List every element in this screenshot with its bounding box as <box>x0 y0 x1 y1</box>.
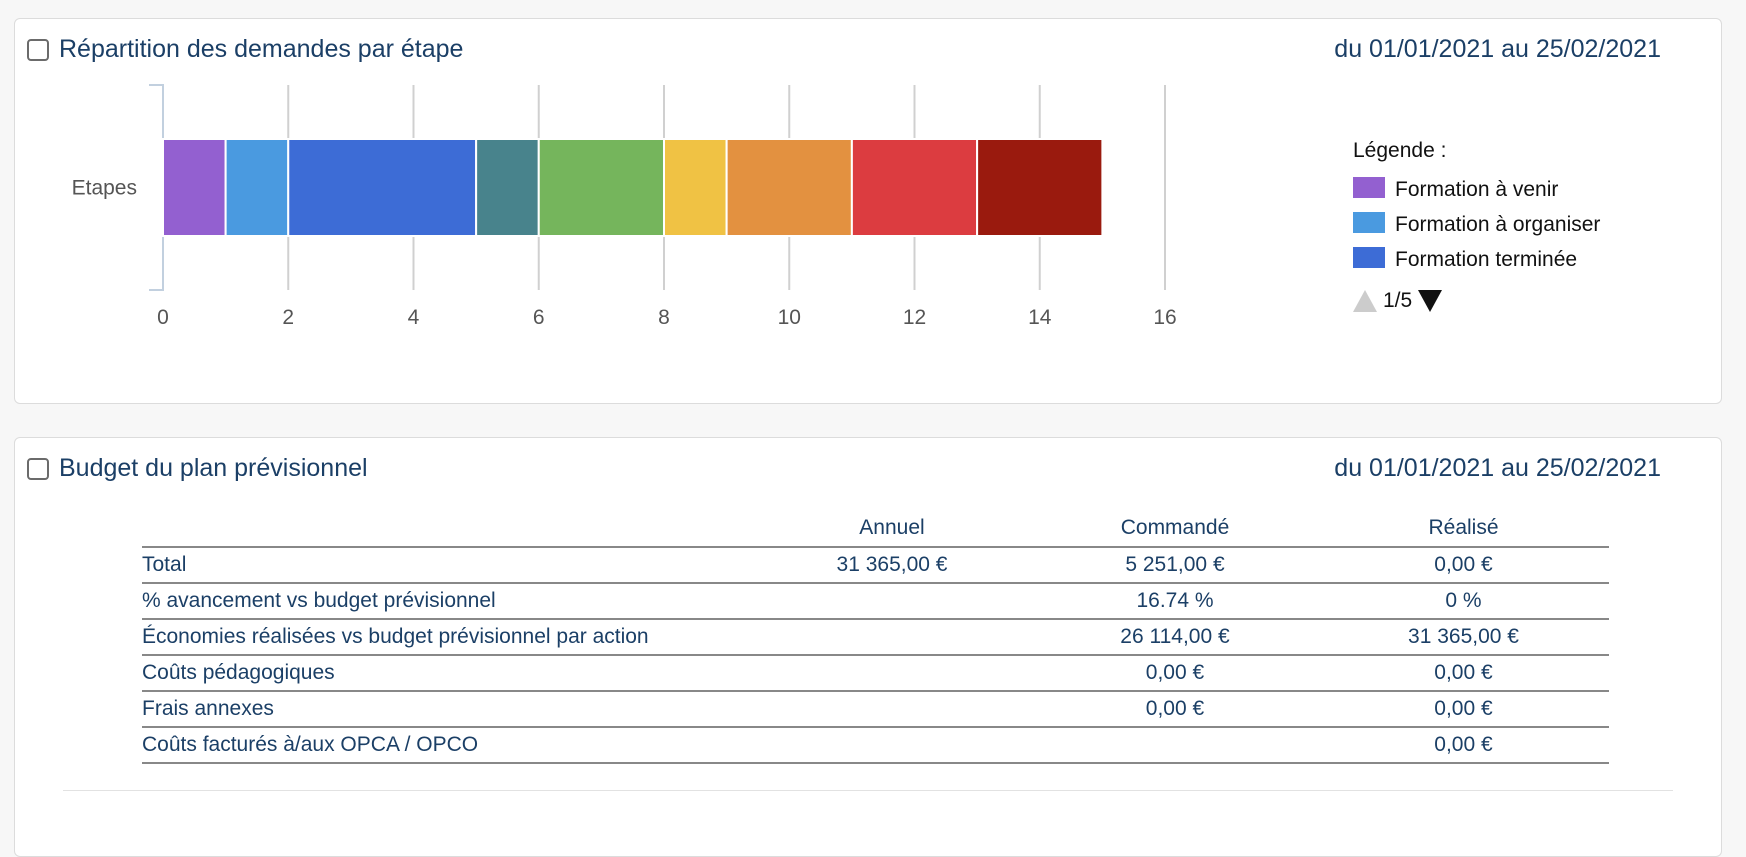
cell-commande: 0,00 € <box>1032 691 1318 728</box>
legend-swatch <box>1353 177 1385 198</box>
cell-realise: 0,00 € <box>1318 655 1609 692</box>
x-tick-label: 14 <box>1028 306 1052 329</box>
pager-up-arrow-icon[interactable] <box>1353 290 1377 312</box>
legend-pager: 1/5 <box>1353 289 1613 313</box>
chart-date-range: du 01/01/2021 au 25/02/2021 <box>1334 35 1661 63</box>
cell-realise: 0 % <box>1318 583 1609 620</box>
x-tick-label: 4 <box>408 306 420 329</box>
column-header-realise: Réalisé <box>1318 510 1609 548</box>
bar-segment <box>224 138 290 237</box>
x-tick-label: 10 <box>778 306 801 329</box>
category-axis-line <box>149 84 164 291</box>
bar-segment <box>287 138 478 237</box>
cell-annuel <box>752 691 1032 728</box>
row-label: Coûts facturés à/aux OPCA / OPCO <box>142 727 752 764</box>
budget-panel-header: Budget du plan prévisionnel <box>27 454 368 483</box>
cell-commande: 5 251,00 € <box>1032 547 1318 584</box>
row-label: Coûts pédagogiques <box>142 655 752 692</box>
budget-panel-title: Budget du plan prévisionnel <box>59 454 368 482</box>
budget-select-checkbox[interactable] <box>27 457 49 480</box>
budget-date-range: du 01/01/2021 au 25/02/2021 <box>1334 454 1661 482</box>
pager-down-arrow-icon[interactable] <box>1418 290 1443 312</box>
x-tick-label: 12 <box>903 306 926 329</box>
bar-segment <box>663 138 728 237</box>
chart-legend: Légende : Formation à venir Formation à … <box>1353 139 1613 313</box>
table-row: Économies réalisées vs budget prévisionn… <box>142 619 1609 656</box>
cell-commande <box>1032 727 1318 764</box>
column-header-commande: Commandé <box>1032 510 1318 548</box>
stages-chart-panel: Répartition des demandes par étape du 01… <box>14 18 1722 404</box>
panel-divider <box>63 790 1673 791</box>
cell-annuel <box>752 619 1032 656</box>
cell-commande: 0,00 € <box>1032 655 1318 692</box>
column-header-label <box>142 510 752 548</box>
x-tick-label: 2 <box>282 306 294 329</box>
legend-label: Formation terminée <box>1395 248 1578 271</box>
legend-label: Formation à organiser <box>1395 213 1601 236</box>
row-label: Total <box>142 547 752 584</box>
legend-title: Légende : <box>1353 139 1447 162</box>
bar-segment <box>976 138 1104 237</box>
cell-annuel <box>752 655 1032 692</box>
row-label: % avancement vs budget prévisionnel <box>142 583 752 620</box>
cell-annuel <box>752 583 1032 620</box>
table-row: Coûts facturés à/aux OPCA / OPCO 0,00 € <box>142 727 1609 764</box>
cell-realise: 0,00 € <box>1318 547 1609 584</box>
bar-segment <box>162 138 227 237</box>
bar-segment <box>850 138 979 237</box>
column-header-annuel: Annuel <box>752 510 1032 548</box>
legend-item[interactable]: Formation terminée <box>1353 245 1613 274</box>
cell-annuel <box>752 727 1032 764</box>
table-row: % avancement vs budget prévisionnel 16.7… <box>142 583 1609 620</box>
bar-segment <box>537 138 665 237</box>
x-tick-label: 16 <box>1153 306 1176 329</box>
table-row: Frais annexes 0,00 € 0,00 € <box>142 691 1609 728</box>
legend-page-indicator: 1/5 <box>1383 289 1413 312</box>
category-label: Etapes <box>72 177 137 200</box>
cell-realise: 0,00 € <box>1318 727 1609 764</box>
bar-segment <box>475 138 540 237</box>
row-label: Frais annexes <box>142 691 752 728</box>
legend-item[interactable]: Formation à organiser <box>1353 210 1613 239</box>
x-tick-label: 8 <box>658 306 670 329</box>
table-row: Coûts pédagogiques 0,00 € 0,00 € <box>142 655 1609 692</box>
stacked-bar-chart: 0 2 4 6 8 10 12 14 16 Etapes <box>72 84 1177 329</box>
table-header-row: Annuel Commandé Réalisé <box>142 510 1609 548</box>
cell-commande: 26 114,00 € <box>1032 619 1318 656</box>
table-row: Total 31 365,00 € 5 251,00 € 0,00 € <box>142 547 1609 584</box>
legend-swatch <box>1353 212 1385 233</box>
legend-item[interactable]: Formation à venir <box>1353 175 1613 204</box>
budget-panel: Budget du plan prévisionnel du 01/01/202… <box>14 437 1722 857</box>
x-tick-label: 6 <box>533 306 545 329</box>
cell-realise: 0,00 € <box>1318 691 1609 728</box>
row-label: Économies réalisées vs budget prévisionn… <box>142 619 752 656</box>
bar-segment <box>725 138 853 237</box>
x-tick-label: 0 <box>157 306 169 329</box>
legend-swatch <box>1353 247 1385 268</box>
budget-table: Annuel Commandé Réalisé Total 31 365,00 … <box>142 510 1609 764</box>
cell-realise: 31 365,00 € <box>1318 619 1609 656</box>
legend-label: Formation à venir <box>1395 178 1559 201</box>
legend-items: Formation à venir Formation à organiser … <box>1353 175 1613 275</box>
cell-commande: 16.74 % <box>1032 583 1318 620</box>
cell-annuel: 31 365,00 € <box>752 547 1032 584</box>
